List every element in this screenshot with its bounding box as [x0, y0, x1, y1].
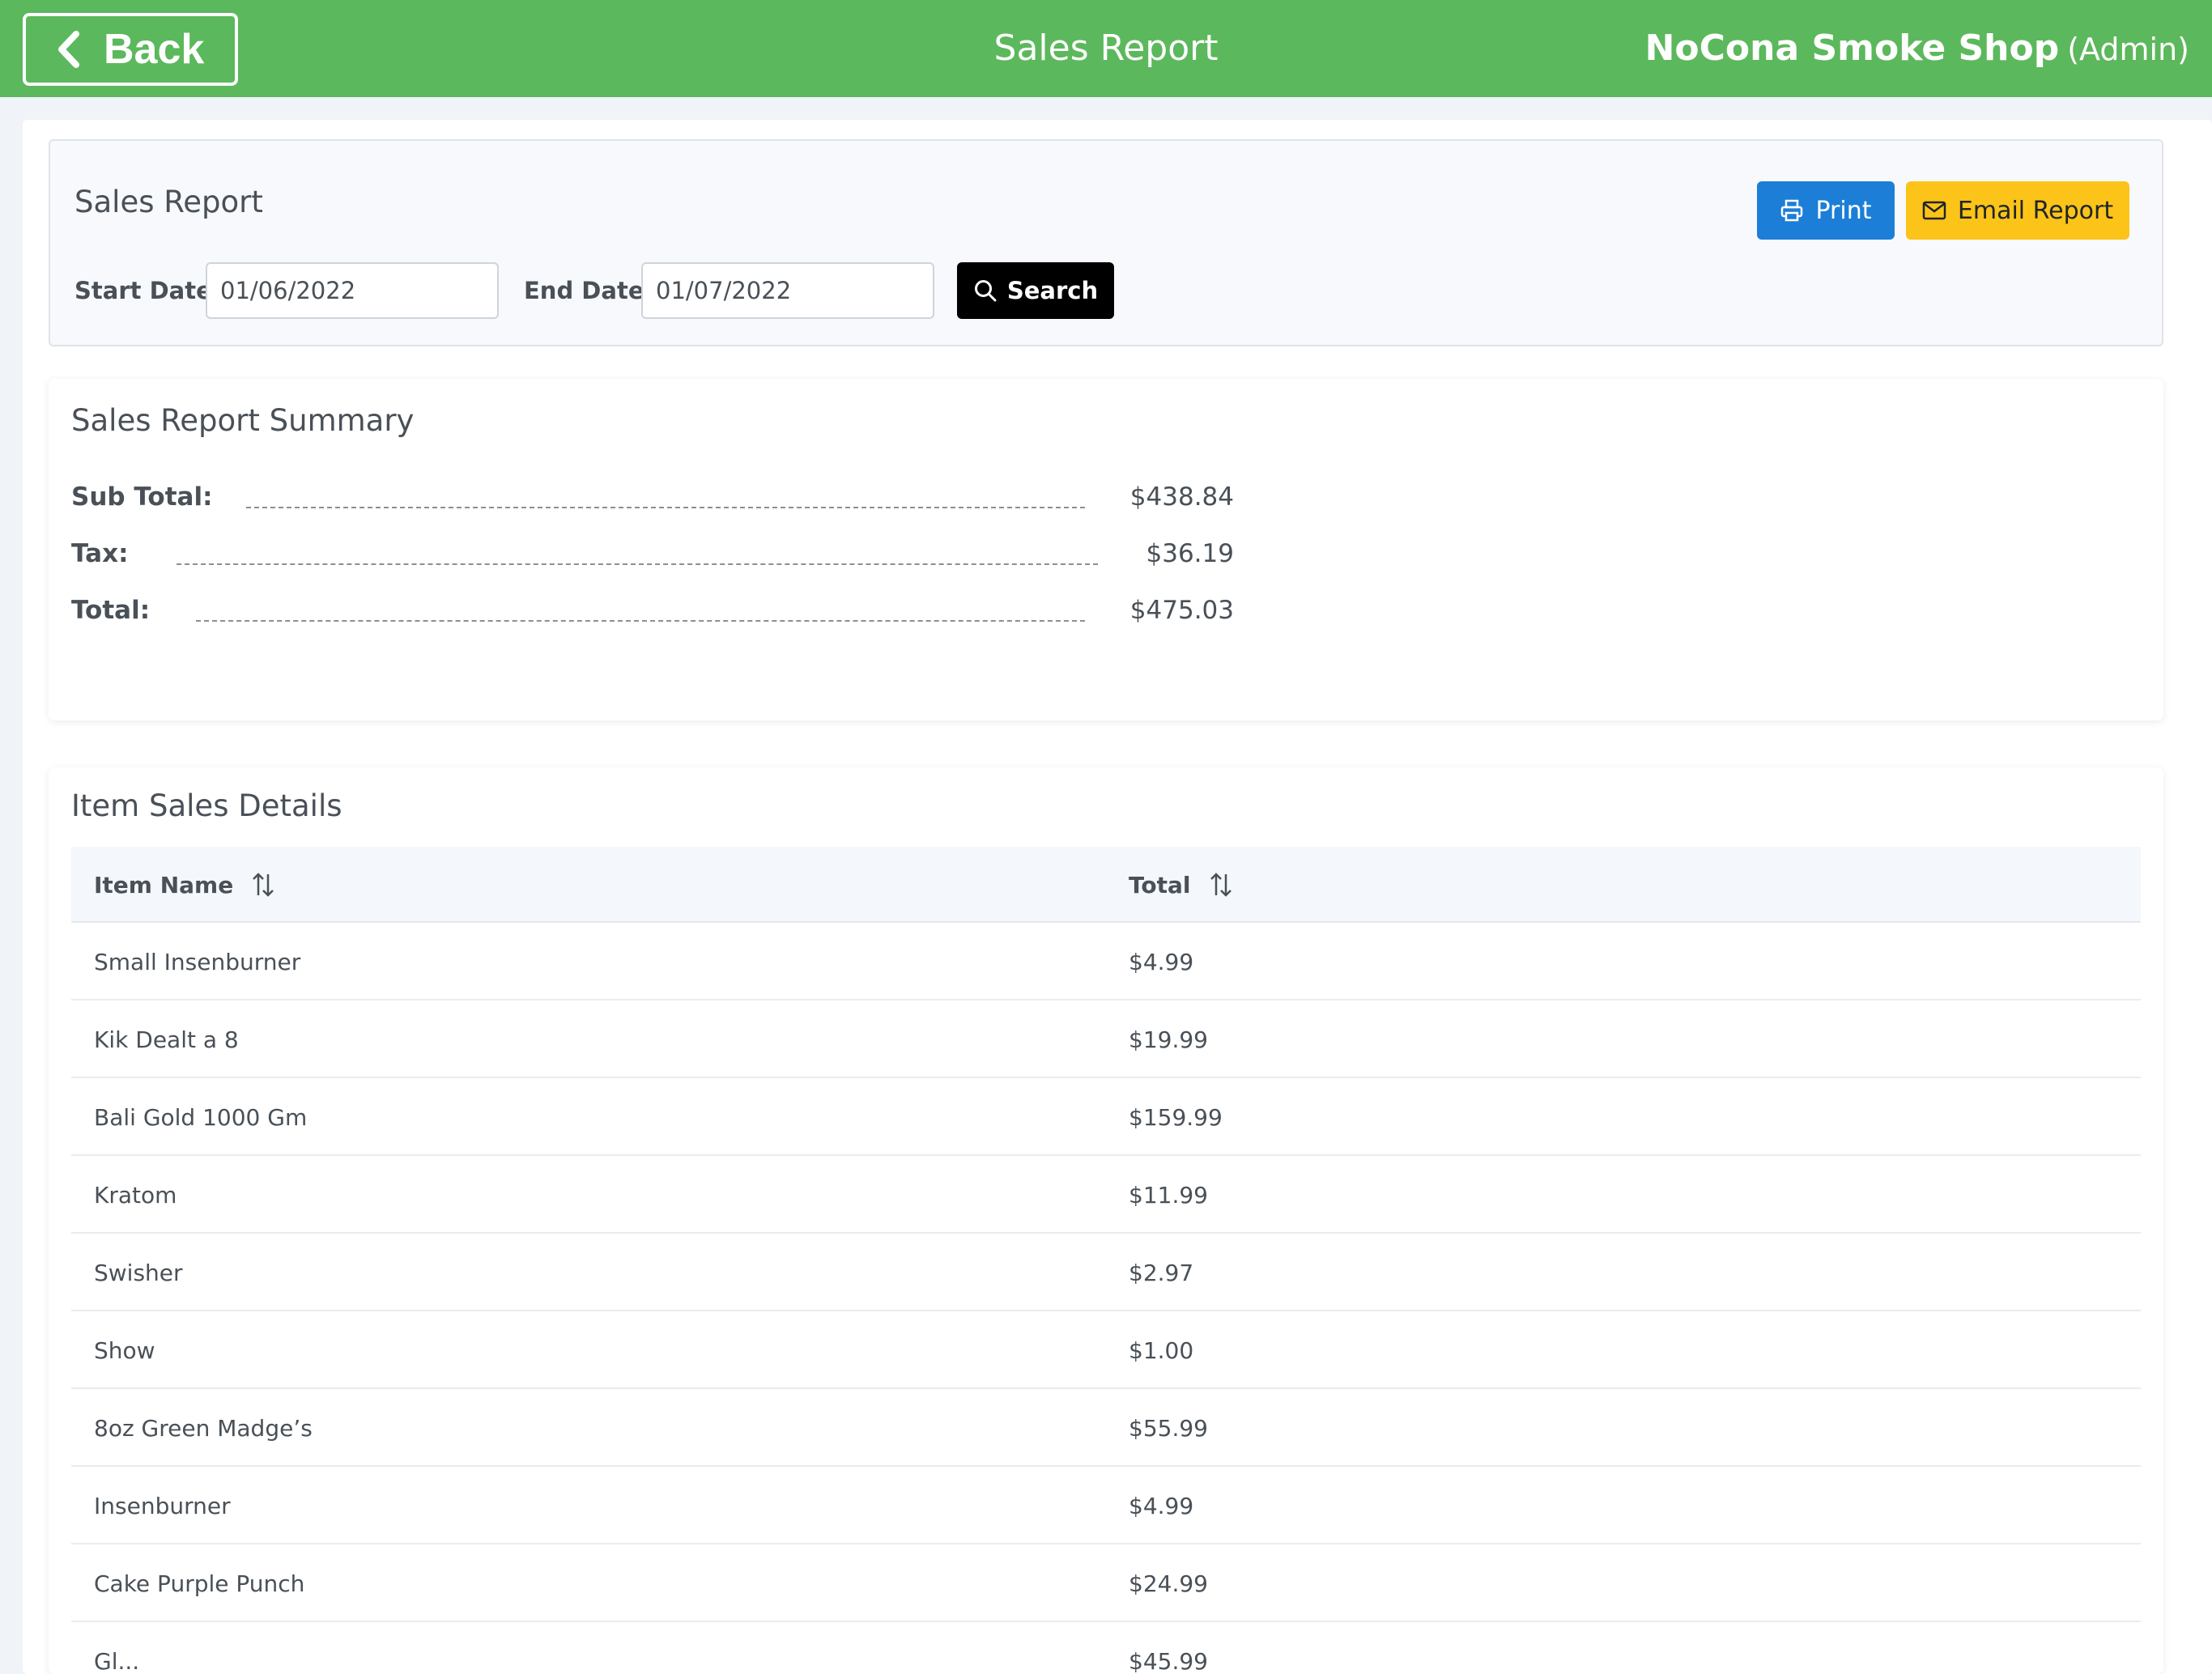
table-row: Bali Gold 1000 Gm $159.99	[71, 1078, 2141, 1156]
item-name-cell: Kratom	[94, 1181, 177, 1209]
item-total-cell: $19.99	[1129, 1026, 1208, 1053]
item-name-cell: Show	[94, 1336, 155, 1364]
item-name-cell: Kik Dealt a 8	[94, 1026, 239, 1053]
tax-label: Tax:	[71, 539, 129, 568]
column-header-item-name[interactable]: Item Name	[94, 847, 275, 923]
search-icon	[973, 278, 998, 303]
column-label: Item Name	[94, 871, 234, 899]
email-report-label: Email Report	[1957, 196, 2114, 225]
table-row: Insenburner $4.99	[71, 1467, 2141, 1544]
table-row: 8oz Green Madge’s $55.99	[71, 1389, 2141, 1467]
item-total-cell: $24.99	[1129, 1570, 1208, 1597]
print-label: Print	[1815, 196, 1872, 225]
table-header: Item Name Total	[71, 847, 2141, 923]
filter-panel: Sales Report Start Date: End Date: Searc…	[49, 139, 2163, 346]
dotted-leader	[177, 563, 1098, 565]
summary-row-subtotal: Sub Total: $438.84	[71, 482, 1234, 523]
item-total-cell: $4.99	[1129, 1492, 1194, 1519]
shop-name: NoCona Smoke Shop	[1644, 28, 2060, 69]
item-name-cell: 8oz Green Madge’s	[94, 1414, 313, 1442]
sort-icon[interactable]	[1209, 871, 1233, 899]
summary-row-total: Total: $475.03	[71, 596, 1234, 636]
item-total-cell: $45.99	[1129, 1647, 1208, 1674]
item-name-cell: Cake Purple Punch	[94, 1570, 305, 1597]
sort-icon[interactable]	[251, 871, 275, 899]
total-label: Total:	[71, 596, 151, 625]
item-name-cell: Bali Gold 1000 Gm	[94, 1103, 308, 1131]
item-sales-card: Item Sales Details Item Name Total Small…	[49, 767, 2163, 1674]
top-bar: Back Sales Report NoCona Smoke Shop (Admi…	[0, 0, 2212, 97]
item-sales-table: Item Name Total Small Insenburner $4.99 …	[71, 847, 2141, 1674]
table-row: Cake Purple Punch $24.99	[71, 1544, 2141, 1622]
start-date-input[interactable]	[206, 262, 499, 319]
subtotal-value: $438.84	[1129, 482, 1234, 512]
search-label: Search	[1006, 277, 1099, 304]
item-total-cell: $55.99	[1129, 1414, 1208, 1442]
tax-value: $36.19	[1146, 539, 1234, 568]
printer-icon	[1780, 198, 1804, 223]
dotted-leader	[196, 620, 1085, 622]
summary-card: Sales Report Summary Sub Total: $438.84 …	[49, 379, 2163, 720]
table-row: Small Insenburner $4.99	[71, 923, 2141, 1001]
summary-title: Sales Report Summary	[71, 403, 415, 438]
item-total-cell: $159.99	[1129, 1103, 1223, 1131]
summary-row-tax: Tax: $36.19	[71, 539, 1234, 580]
table-row: Swisher $2.97	[71, 1234, 2141, 1311]
item-total-cell: $4.99	[1129, 948, 1194, 975]
subtotal-label: Sub Total:	[71, 482, 213, 512]
email-report-button[interactable]: Email Report	[1906, 181, 2129, 240]
item-total-cell: $2.97	[1129, 1259, 1194, 1286]
filter-panel-title: Sales Report	[74, 185, 263, 219]
search-button[interactable]: Search	[957, 262, 1114, 319]
table-row: Show $1.00	[71, 1311, 2141, 1389]
item-sales-title: Item Sales Details	[71, 788, 342, 823]
print-button[interactable]: Print	[1757, 181, 1895, 240]
item-total-cell: $11.99	[1129, 1181, 1208, 1209]
total-value: $475.03	[1129, 596, 1234, 625]
item-name-cell: Gl...	[94, 1647, 140, 1674]
column-label: Total	[1129, 871, 1191, 899]
user-role: (Admin)	[2067, 32, 2189, 67]
end-date-label: End Date:	[524, 277, 654, 304]
item-name-cell: Swisher	[94, 1259, 183, 1286]
item-name-cell: Small Insenburner	[94, 948, 301, 975]
end-date-input[interactable]	[641, 262, 934, 319]
dotted-leader	[246, 507, 1085, 508]
table-row: Kratom $11.99	[71, 1156, 2141, 1234]
item-name-cell: Insenburner	[94, 1492, 231, 1519]
column-header-total[interactable]: Total	[1129, 847, 1233, 923]
start-date-label: Start Date:	[74, 277, 222, 304]
mail-icon	[1922, 200, 1946, 221]
table-row: Gl... $45.99	[71, 1622, 2141, 1674]
table-row: Kik Dealt a 8 $19.99	[71, 1001, 2141, 1078]
item-total-cell: $1.00	[1129, 1336, 1194, 1364]
shop-info: NoCona Smoke Shop (Admin)	[1645, 23, 2189, 82]
